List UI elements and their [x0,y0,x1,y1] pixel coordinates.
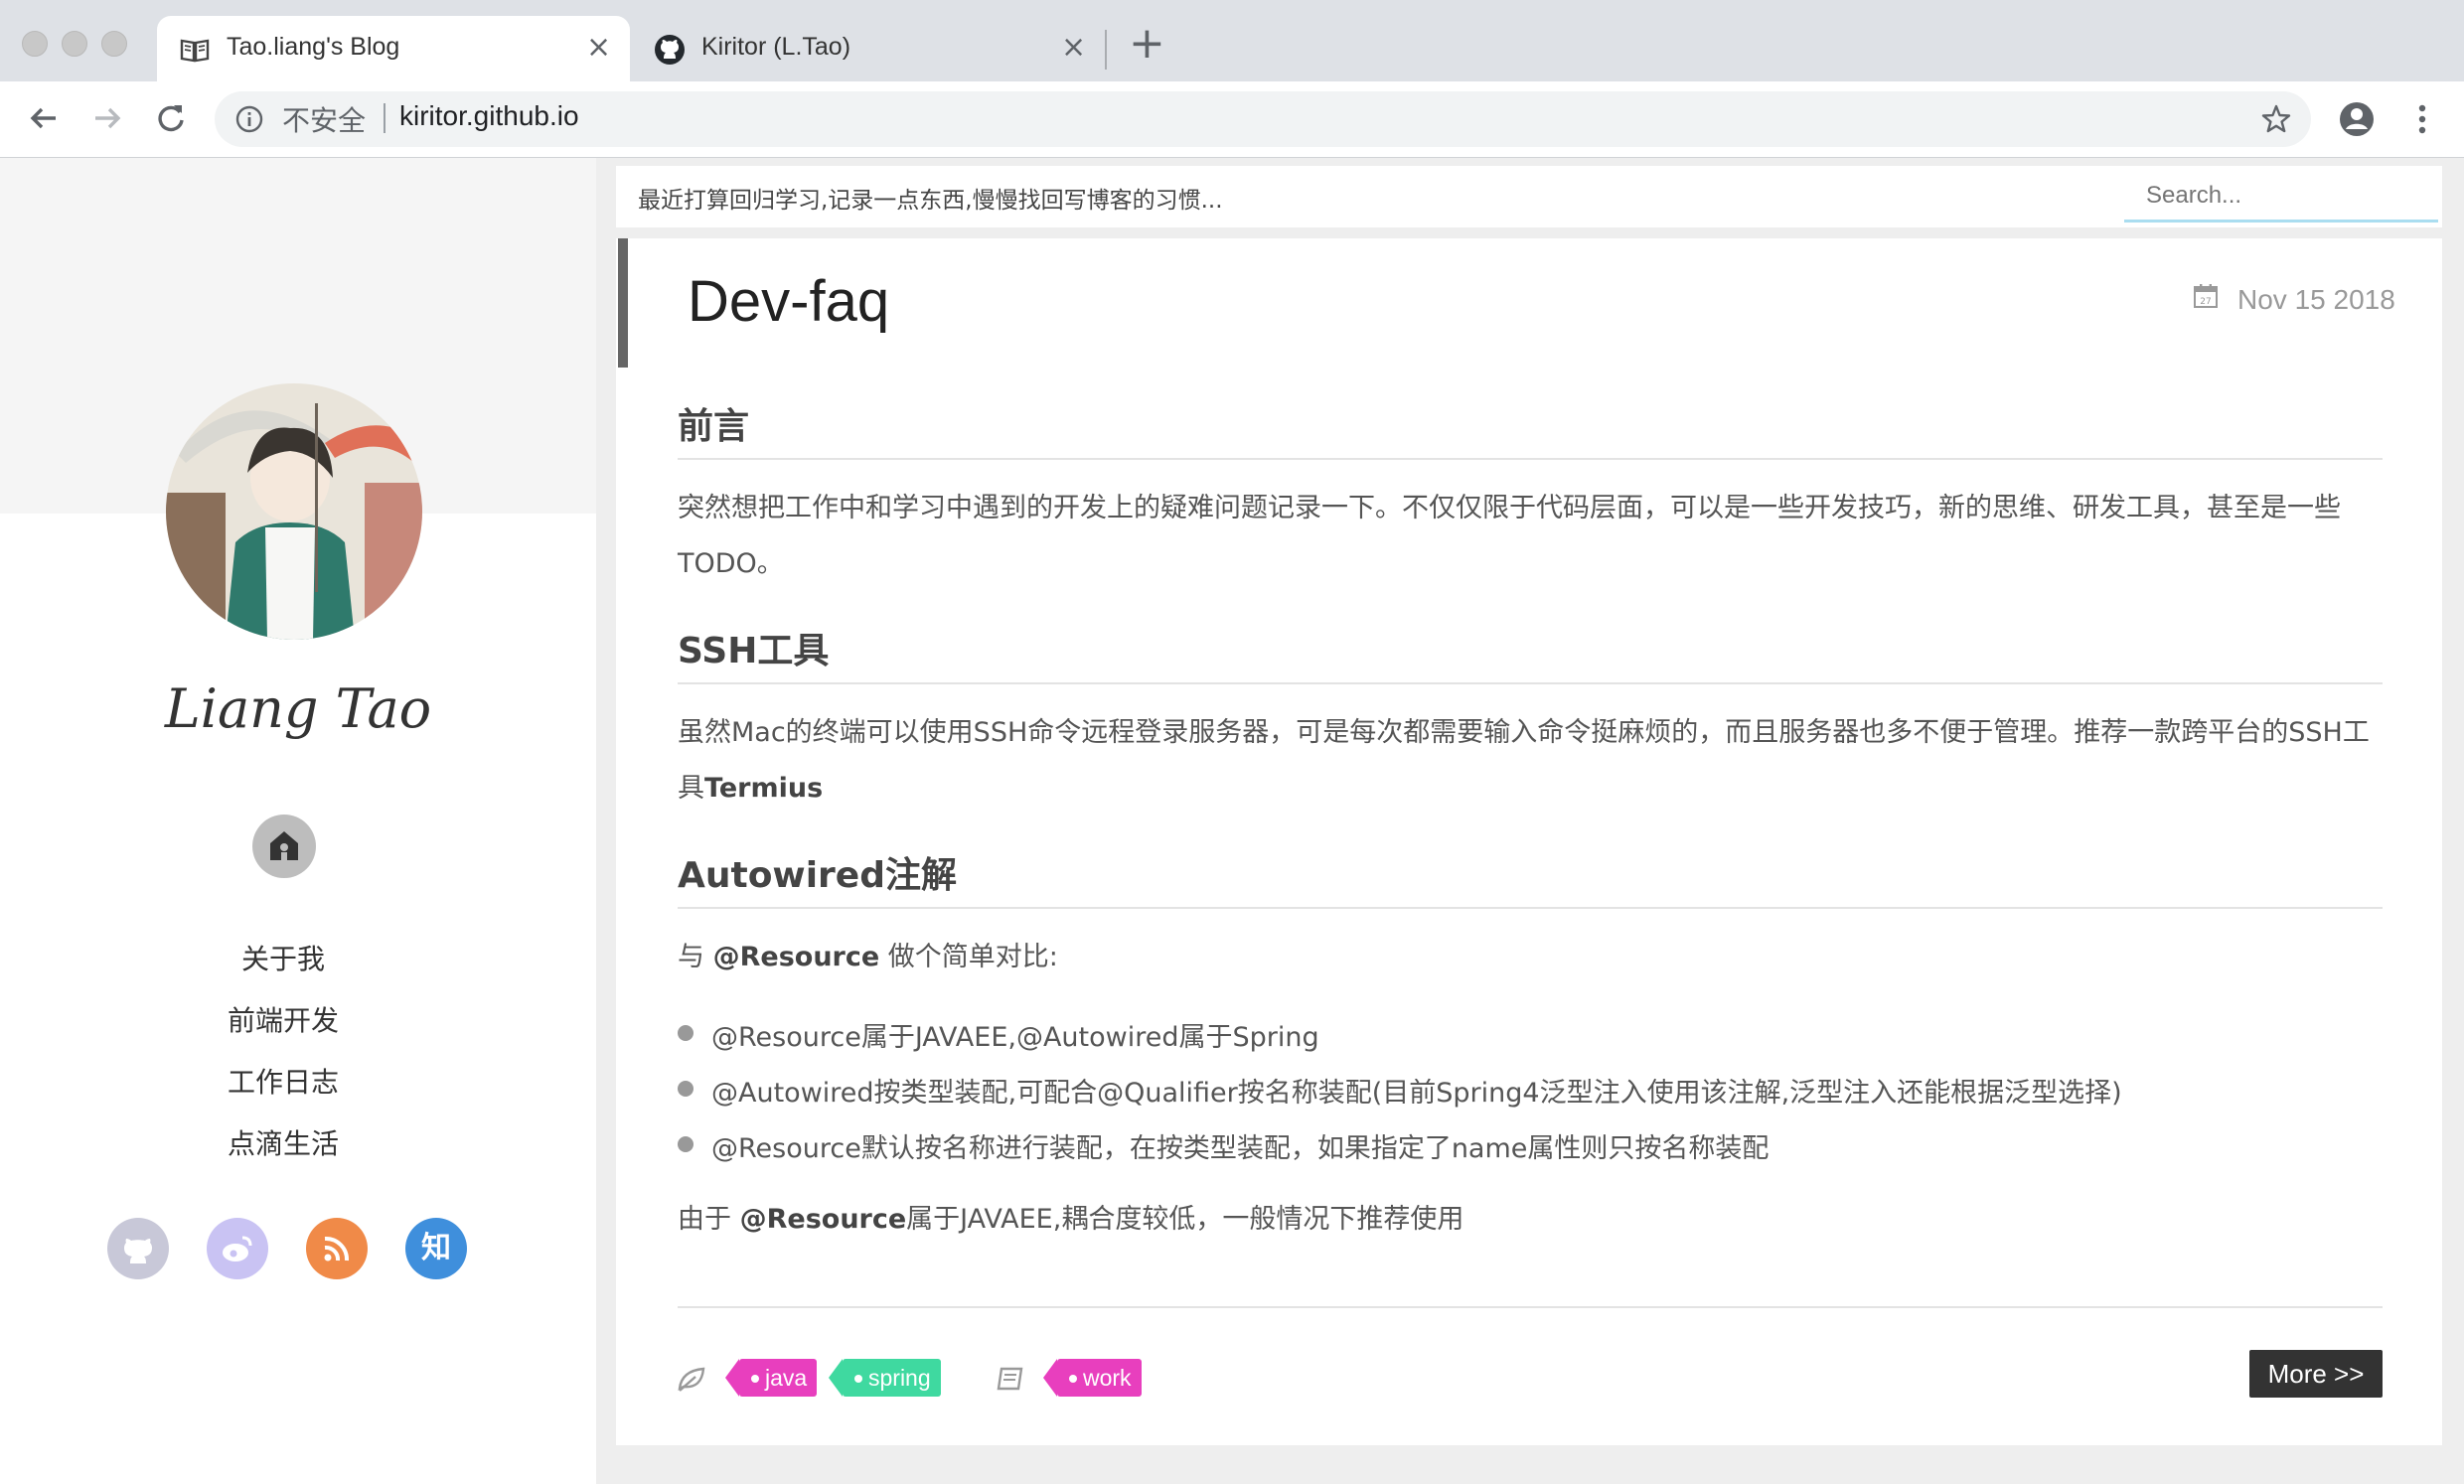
tab-separator [1105,30,1107,70]
svg-text:27: 27 [2200,297,2211,307]
omnibox-divider [384,103,385,133]
github-icon [124,1239,152,1263]
tag-java[interactable]: java [725,1359,818,1397]
category-book-icon [997,1367,1023,1391]
home-icon [270,831,298,860]
strong-text: @Resource [739,1204,907,1235]
author-name: Liang Tao [164,677,432,740]
paragraph-text: 做个简单对比: [879,942,1058,972]
social-weibo[interactable] [207,1218,268,1279]
zhihu-icon: 知 [421,1231,451,1265]
social-zhihu[interactable]: 知 [405,1218,467,1279]
heading-divider [678,907,2383,909]
paragraph-text: 由于 [678,1204,740,1235]
list-item: @Resource属于JAVAEE,@Autowired属于Spring [711,1022,1319,1053]
paragraph-text: 属于JAVAEE,耦合度较低，一般情况下推荐使用 [906,1204,1464,1235]
tag-label: java [765,1365,808,1391]
footer-divider [678,1306,2383,1308]
heading-divider [678,682,2383,684]
book-icon [180,39,210,63]
tab-github[interactable]: Kiritor (L.Tao) × [636,16,1103,81]
tab-blog[interactable]: Tao.liang's Blog × [157,16,630,81]
search-input[interactable] [2124,171,2438,223]
nav-life[interactable]: 点滴生活 [0,1122,566,1162]
list-bullet [678,1136,693,1152]
window-close-button[interactable] [22,31,48,57]
strong-text: @Resource [712,942,880,972]
url-text[interactable]: kiritor.github.io [399,100,579,132]
list-item: @Autowired按类型装配,可配合@Qualifier按名称装配(目前Spr… [711,1078,2122,1109]
nav-worklog[interactable]: 工作日志 [0,1061,566,1101]
tab-title: Kiritor (L.Tao) [701,33,851,61]
github-icon [655,35,685,65]
category-work[interactable]: work [1043,1359,1142,1397]
list-bullet [678,1025,693,1041]
title-accent-bar [618,238,628,368]
tag-leaf-icon [678,1367,705,1392]
tag-label: spring [868,1365,931,1391]
nav-frontend[interactable]: 前端开发 [0,999,566,1039]
post-date: Nov 15 2018 [2237,284,2395,315]
window-minimize-button[interactable] [62,31,87,57]
post-title[interactable]: Dev-faq [688,268,889,335]
section-heading: SSH工具 [678,631,830,671]
paragraph-text: 虽然Mac的终端可以使用SSH命令远程登录服务器，可是每次都需要输入命令挺麻烦的… [678,717,2370,804]
section-heading: Autowired注解 [678,855,957,896]
social-github[interactable] [107,1218,169,1279]
info-icon[interactable] [232,102,266,136]
paragraph: 突然想把工作中和学习中遇到的开发上的疑难问题记录一下。不仅仅限于代码层面，可以是… [678,493,2341,579]
star-icon[interactable] [2259,102,2293,136]
social-rss[interactable] [306,1218,368,1279]
forward-arrow-icon[interactable] [85,96,129,140]
paragraph: 由于 @Resource属于JAVAEE,耦合度较低，一般情况下推荐使用 [678,1192,2383,1248]
profile-icon[interactable] [2337,99,2377,139]
list-item: @Resource默认按名称进行装配，在按类型装配，如果指定了name属性则只按… [711,1133,1770,1164]
avatar[interactable] [166,383,422,640]
tab-close-icon[interactable]: × [1061,30,1086,65]
read-more-button[interactable]: More >> [2249,1350,2383,1398]
window-zoom-button[interactable] [101,31,127,57]
reload-icon[interactable] [149,96,193,140]
paragraph: 虽然Mac的终端可以使用SSH命令远程登录服务器，可是每次都需要输入命令挺麻烦的… [678,705,2383,816]
rss-icon [324,1236,350,1261]
new-tab-button[interactable]: + [1129,22,1165,66]
weibo-icon [223,1236,252,1261]
tag-spring[interactable]: spring [829,1359,941,1397]
heading-divider [678,458,2383,460]
avatar-illustration [166,383,422,640]
security-label[interactable]: 不安全 [282,99,366,139]
list-bullet [678,1081,693,1097]
category-label: work [1083,1365,1132,1391]
back-arrow-icon[interactable] [22,96,66,140]
more-menu-icon[interactable] [2402,99,2442,139]
section-heading: 前言 [678,406,750,447]
paragraph: 与 @Resource 做个简单对比: [678,930,2383,985]
tab-title: Tao.liang's Blog [227,33,400,61]
article-card [616,238,2442,1445]
site-notice: 最近打算回归学习,记录一点东西,慢慢找回写博客的习惯... [638,188,1223,214]
strong-text: Termius [704,773,824,804]
nav-about[interactable]: 关于我 [0,938,566,977]
paragraph-text: 与 [678,942,713,972]
home-button[interactable] [252,815,316,878]
calendar-icon: 27 [2194,284,2218,308]
tab-close-icon[interactable]: × [586,30,611,65]
